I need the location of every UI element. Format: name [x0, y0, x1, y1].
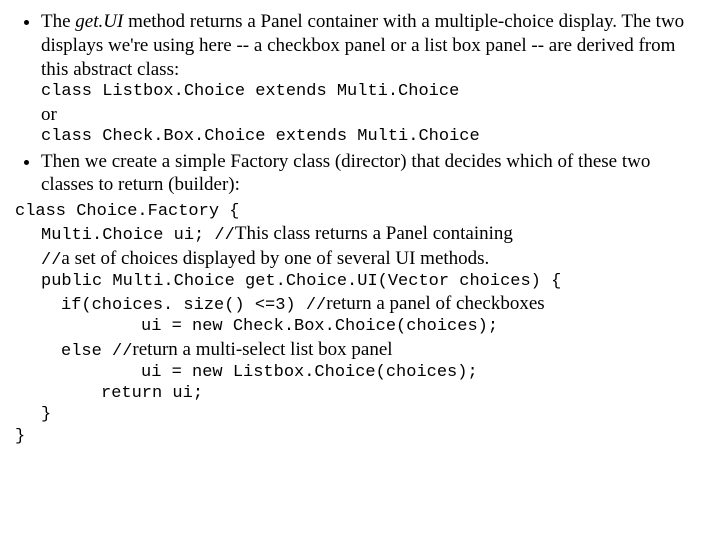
code-return: return ui; [15, 383, 705, 404]
code-comment-choices: //a set of choices displayed by one of s… [15, 247, 705, 271]
method-name: get.UI [75, 11, 123, 32]
bullet-factory: Then we create a simple Factory class (d… [41, 150, 705, 198]
bullet-get-ui: The get.UI method returns a Panel contai… [41, 10, 705, 148]
code-listbox: class Listbox.Choice extends Multi.Choic… [41, 81, 705, 102]
code-field-decl: Multi.Choice ui; //This class returns a … [15, 222, 705, 246]
code-method-decl: public Multi.Choice get.Choice.UI(Vector… [15, 271, 705, 292]
bullet1-text-b: method returns a Panel container with a … [41, 11, 684, 80]
code-assign-list: ui = new Listbox.Choice(choices); [15, 362, 705, 383]
bullet1-text-a: The [41, 11, 75, 32]
code-checkbox: class Check.Box.Choice extends Multi.Cho… [41, 126, 705, 147]
code-close-class: } [15, 426, 705, 447]
code-class-decl: class Choice.Factory { [15, 201, 705, 222]
code-if: if(choices. size() <=3) //return a panel… [15, 292, 705, 316]
code-close-method: } [15, 404, 705, 425]
or-text: or [41, 103, 705, 127]
code-assign-check: ui = new Check.Box.Choice(choices); [15, 316, 705, 337]
bullet2-text: Then we create a simple Factory class (d… [41, 151, 650, 196]
code-else: else //return a multi-select list box pa… [15, 338, 705, 362]
